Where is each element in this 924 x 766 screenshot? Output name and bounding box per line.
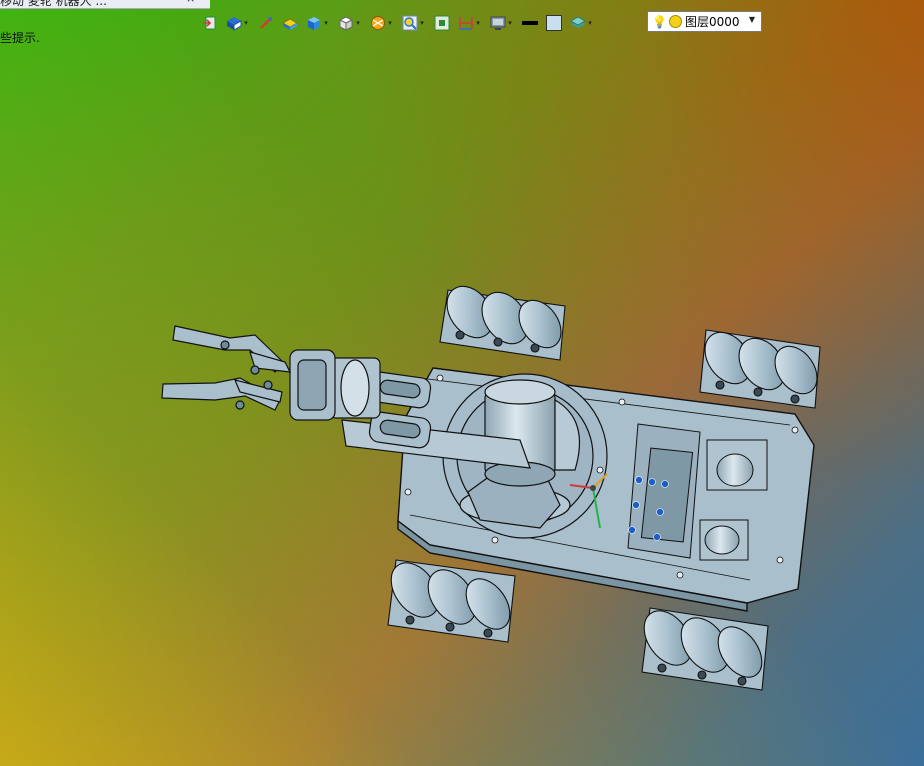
document-tab-title: 移动 麦轮 机器人 ... [0,0,107,8]
robot-model[interactable] [0,0,924,766]
zoom-button[interactable]: ▾ [402,13,426,33]
lightbulb-icon: 💡 [652,14,667,29]
close-icon[interactable]: × [186,0,195,5]
exit-sketch-button[interactable] [202,13,218,33]
wrist-joint[interactable] [289,349,381,421]
dimension-button[interactable]: ▾ [458,13,482,33]
fill-color-button[interactable] [546,13,562,33]
chevron-down-icon[interactable]: ▾ [386,13,394,33]
layer-color-icon [668,15,682,28]
line-color-button[interactable] [522,13,538,33]
display-style-icon [308,17,320,30]
screen-icon [490,16,506,30]
section-view-button[interactable]: ▾ [370,13,394,33]
dimension-icon [459,17,473,30]
render-mode-icon [338,16,354,31]
chevron-down-icon[interactable]: ▾ [418,13,426,33]
zoom-icon [402,15,418,31]
screen-button[interactable]: ▾ [490,13,514,33]
measure-button[interactable] [258,13,274,33]
layer-manager-button[interactable]: ▾ [570,13,594,33]
display-style-button[interactable]: ▾ [306,13,330,33]
chevron-down-icon[interactable]: ▾ [506,13,514,33]
fill-color-icon [546,15,562,31]
status-hint: 些提示. [0,31,40,45]
view-toolbar: ▾ ▾ ▾ ▾ ▾ ▾ ▾ ▾ [202,12,594,34]
material-button[interactable] [282,13,298,33]
exit-sketch-icon [203,16,216,30]
layer-manager-icon [570,16,586,28]
render-mode-button[interactable]: ▾ [338,13,362,33]
chevron-down-icon[interactable]: ▾ [322,13,330,33]
layer-select[interactable]: 💡 图层0000 ▼ [647,11,762,32]
view-orientation-icon [227,17,242,31]
material-icon [282,18,298,30]
chevron-down-icon[interactable]: ▼ [749,15,755,24]
view-orientation-button[interactable]: ▾ [226,13,250,33]
fit-view-button[interactable] [434,13,450,33]
mecanum-wheel-front-right[interactable] [696,324,826,409]
chevron-down-icon[interactable]: ▾ [354,13,362,33]
mecanum-wheel-rear-left[interactable] [381,554,518,643]
measure-icon [260,17,272,29]
section-view-icon [371,16,385,30]
line-color-icon [522,21,538,25]
chevron-down-icon[interactable]: ▾ [474,13,482,33]
document-tab[interactable]: 移动 麦轮 机器人 ... × [0,0,210,9]
chevron-down-icon[interactable]: ▾ [586,13,594,33]
chevron-down-icon[interactable]: ▾ [242,13,250,33]
mecanum-wheel-rear-right[interactable] [634,602,770,691]
mecanum-wheel-front-left[interactable] [438,278,570,361]
layer-select-value: 图层0000 [684,15,740,29]
gripper[interactable] [161,325,292,411]
fit-view-icon [434,15,450,31]
